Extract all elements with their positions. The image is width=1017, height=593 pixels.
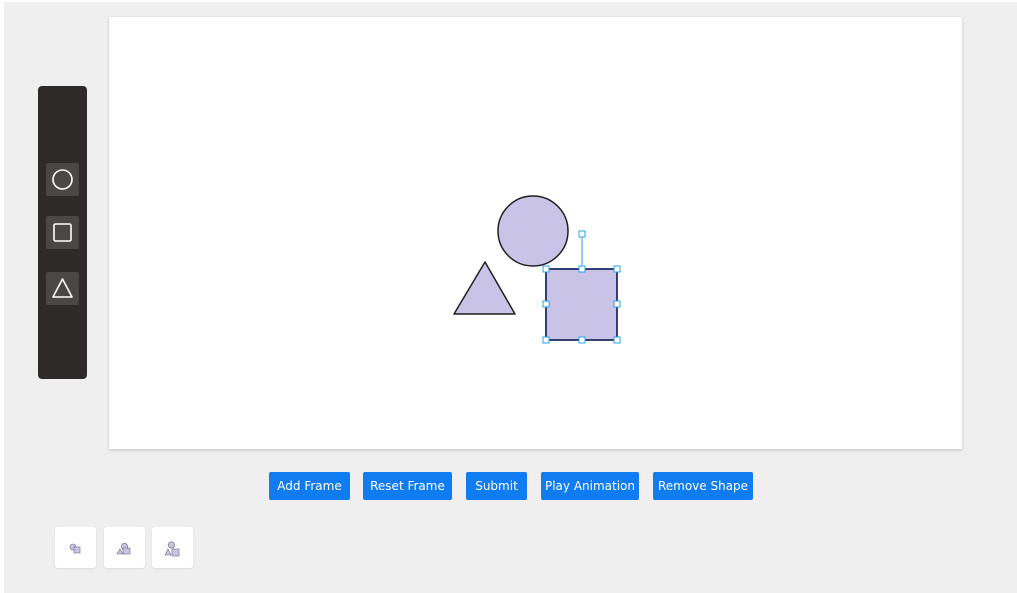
reset-frame-button[interactable]: Reset Frame <box>363 472 452 500</box>
drawing-canvas[interactable] <box>109 17 962 449</box>
square-shape[interactable] <box>545 268 618 341</box>
resize-handle-bottom[interactable] <box>578 336 586 344</box>
frame-thumbnail-2[interactable] <box>104 527 145 568</box>
resize-handle-top-right[interactable] <box>613 265 621 273</box>
square-tool-button[interactable] <box>46 216 79 249</box>
resize-handle-top[interactable] <box>578 265 586 273</box>
frame-thumbnail-1[interactable] <box>55 527 96 568</box>
frame-preview-icon <box>116 542 131 555</box>
frame-thumbnail-3[interactable] <box>152 527 193 568</box>
frame-preview-icon <box>164 541 180 557</box>
frame-preview-icon <box>69 543 81 554</box>
play-animation-button[interactable]: Play Animation <box>541 472 639 500</box>
resize-handle-left[interactable] <box>542 300 550 308</box>
submit-button[interactable]: Submit <box>466 472 527 500</box>
resize-handle-top-left[interactable] <box>542 265 550 273</box>
triangle-shape[interactable] <box>453 261 516 315</box>
resize-handle-bottom-left[interactable] <box>542 336 550 344</box>
resize-handle-right[interactable] <box>613 300 621 308</box>
triangle-icon <box>52 278 73 298</box>
square-icon <box>53 223 72 242</box>
circle-icon <box>52 169 73 190</box>
rotate-handle[interactable] <box>578 230 586 238</box>
circle-shape[interactable] <box>497 195 569 267</box>
canvas-surface <box>453 195 621 344</box>
triangle-tool-button[interactable] <box>46 272 79 305</box>
resize-handle-bottom-right[interactable] <box>613 336 621 344</box>
shape-toolbar <box>38 86 87 379</box>
circle-tool-button[interactable] <box>46 163 79 196</box>
add-frame-button[interactable]: Add Frame <box>269 472 350 500</box>
remove-shape-button[interactable]: Remove Shape <box>653 472 753 500</box>
